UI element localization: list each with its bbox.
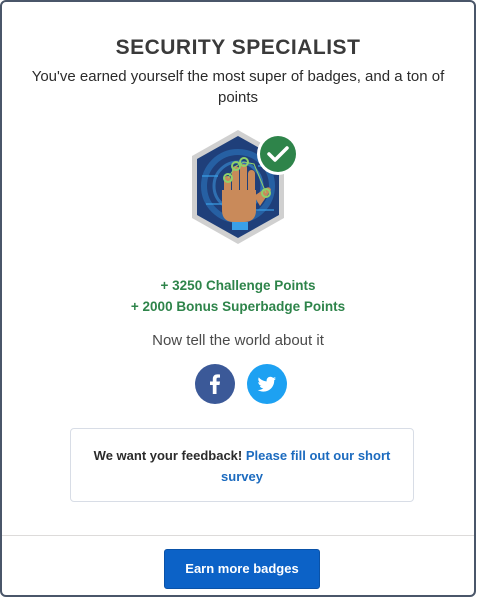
- facebook-icon: [210, 374, 220, 394]
- share-prompt: Now tell the world about it: [152, 332, 324, 349]
- points-summary: + 3250 Challenge Points + 2000 Bonus Sup…: [2, 275, 474, 317]
- feedback-box: We want your feedback! Please fill out o…: [70, 428, 414, 502]
- feedback-text: We want your feedback!: [93, 448, 243, 463]
- facebook-share-button[interactable]: [195, 364, 235, 404]
- social-share: [195, 364, 289, 404]
- twitter-icon: [257, 376, 276, 392]
- dialog-footer: Earn more badges: [2, 535, 474, 595]
- security-hand-badge-icon: [188, 126, 300, 250]
- badge-earned-dialog: SECURITY SPECIALIST You've earned yourse…: [0, 0, 476, 597]
- dialog-subtitle: You've earned yourself the most super of…: [31, 68, 445, 106]
- twitter-share-button[interactable]: [247, 364, 287, 404]
- dialog-title: SECURITY SPECIALIST: [115, 36, 361, 59]
- bonus-points: + 2000 Bonus Superbadge Points: [130, 299, 346, 314]
- earn-more-badges-button[interactable]: Earn more badges: [164, 549, 320, 589]
- challenge-points: + 3250 Challenge Points: [160, 278, 316, 293]
- survey-link[interactable]: Please fill out our short survey: [221, 448, 390, 484]
- check-icon: [257, 133, 299, 175]
